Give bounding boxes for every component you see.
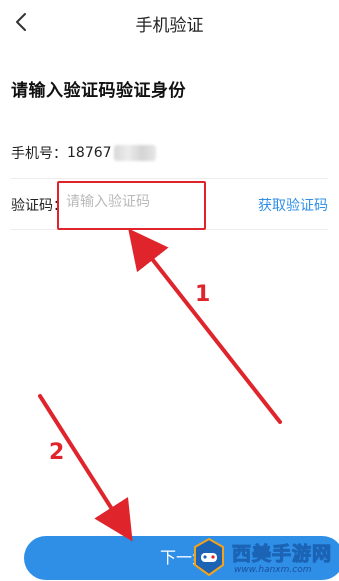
watermark-url: www.hanxm.com (234, 565, 312, 575)
phone-redacted-blur (113, 145, 156, 161)
top-bar: 手机验证 (0, 0, 339, 46)
verification-heading: 请输入验证码验证身份 (11, 81, 186, 101)
phone-label: 手机号： (11, 146, 67, 162)
arrow-to-input (128, 228, 282, 424)
divider (11, 178, 328, 179)
phone-value: 18767 (67, 145, 112, 161)
phone-number-row: 手机号： 18767 (11, 143, 156, 163)
get-code-button[interactable]: 获取验证码 (258, 195, 328, 215)
annotation-step-1: 1 (195, 282, 211, 307)
gamepad-logo-icon (194, 537, 224, 577)
page-title: 手机验证 (135, 16, 204, 36)
annotation-step-2: 2 (49, 440, 65, 465)
watermark: 西美手游网 www.hanxm.com (188, 533, 339, 581)
watermark-text: 西美手游网 (231, 543, 333, 566)
annotation-highlight-box (57, 181, 206, 230)
